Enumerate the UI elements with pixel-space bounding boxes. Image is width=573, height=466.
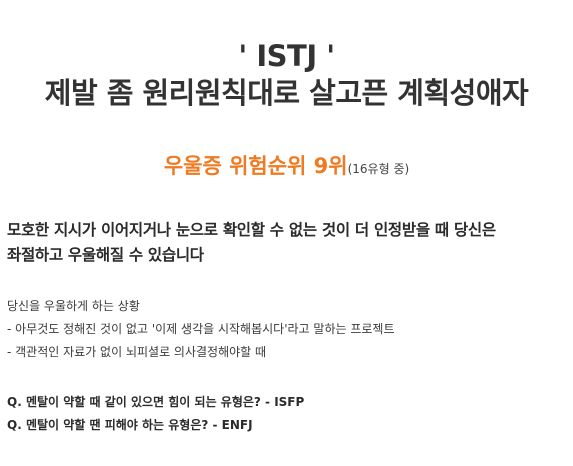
situations-heading: 당신을 우울하게 하는 상황 (7, 299, 140, 313)
qa-avoid-type: Q. 멘탈이 약할 땐 피해야 하는 유형은? - ENFJ (7, 418, 253, 432)
depression-rank: 우울증 위험순위 9위(16유형 중) (0, 150, 573, 180)
page-title: ' ISTJ ' 제발 좀 원리원칙대로 살고픈 계획성애자 (0, 38, 573, 112)
headline: 모호한 지시가 이어지거나 눈으로 확인할 수 없는 것이 더 인정받을 때 당… (7, 218, 568, 268)
rank-label: 우울증 위험순위 9위 (163, 154, 348, 178)
title-type: ' ISTJ ' (238, 39, 335, 73)
headline-line-2: 좌절하고 우울해질 수 있습니다 (7, 246, 204, 264)
rank-note: (16유형 중) (347, 162, 410, 176)
title-description: 제발 좀 원리원칙대로 살고픈 계획성애자 (44, 76, 529, 110)
situation-item: - 객관적인 자료가 없이 뇌피셜로 의사결정해야할 때 (7, 345, 267, 359)
situation-item: - 아무것도 정해진 것이 없고 '이제 생각을 시작해봅시다'라고 말하는 프… (7, 322, 395, 336)
mbti-result-page: ' ISTJ ' 제발 좀 원리원칙대로 살고픈 계획성애자 우울증 위험순위 … (0, 0, 573, 466)
qa-section: Q. 멘탈이 약할 때 같이 있으면 힘이 되는 유형은? - ISFP Q. … (7, 391, 568, 437)
situations-section: 당신을 우울하게 하는 상황 - 아무것도 정해진 것이 없고 '이제 생각을 … (7, 295, 568, 364)
headline-line-1: 모호한 지시가 이어지거나 눈으로 확인할 수 없는 것이 더 인정받을 때 당… (7, 221, 496, 239)
qa-supportive-type: Q. 멘탈이 약할 때 같이 있으면 힘이 되는 유형은? - ISFP (7, 395, 305, 409)
